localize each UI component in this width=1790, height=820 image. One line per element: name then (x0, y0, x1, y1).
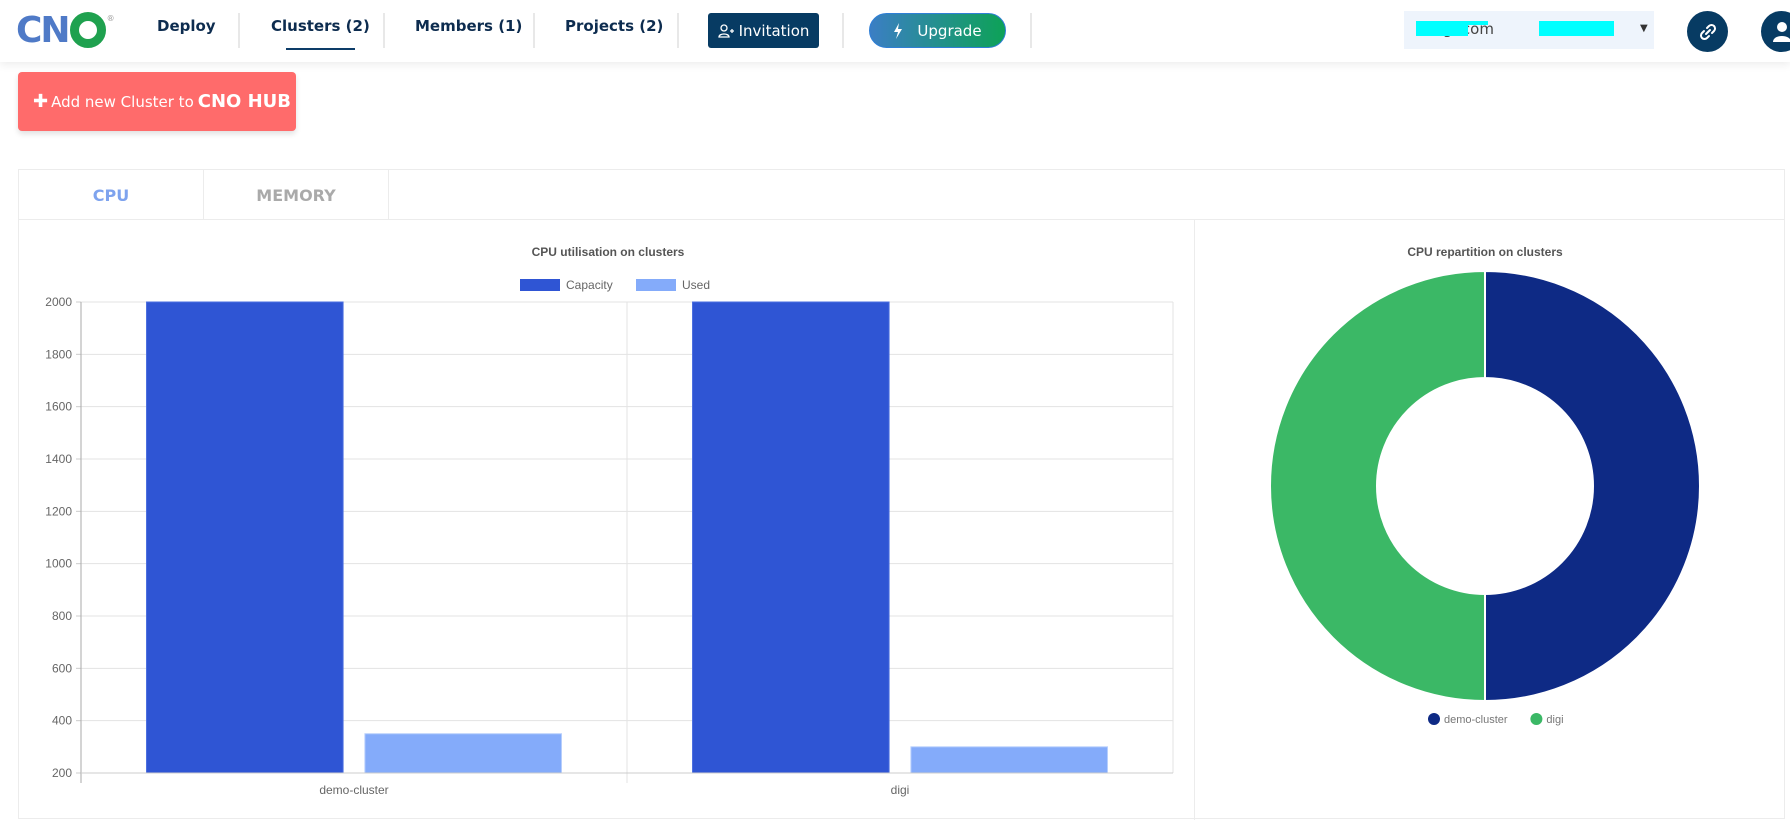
x-tick-label: demo-cluster (319, 783, 388, 797)
y-tick-label: 200 (52, 766, 72, 780)
y-tick-label: 1000 (45, 557, 72, 571)
y-tick-label: 1800 (45, 347, 72, 361)
y-tick-label: 1600 (45, 400, 72, 414)
bar-demo-cluster-used (365, 734, 562, 773)
y-tick-label: 600 (52, 661, 72, 675)
bar-digi-capacity (693, 302, 890, 773)
legend-swatch-used (636, 279, 676, 291)
bar-chart-title: CPU utilisation on clusters (532, 245, 685, 259)
legend-swatch-capacity (520, 279, 560, 291)
legend-label-used: Used (682, 278, 710, 292)
bar-chart-legend: Capacity Used (520, 278, 710, 292)
y-tick-label: 800 (52, 609, 72, 623)
y-tick-label: 1400 (45, 452, 72, 466)
cpu-utilisation-bar-chart: CPU utilisation on clusters Capacity Used… (0, 0, 1790, 811)
y-tick-label: 2000 (45, 295, 72, 309)
bar-digi-used (911, 747, 1108, 773)
bar-demo-cluster-capacity (147, 302, 344, 773)
y-tick-label: 400 (52, 714, 72, 728)
legend-label-capacity: Capacity (566, 278, 613, 292)
x-tick-label: digi (891, 783, 910, 797)
y-tick-label: 1200 (45, 504, 72, 518)
